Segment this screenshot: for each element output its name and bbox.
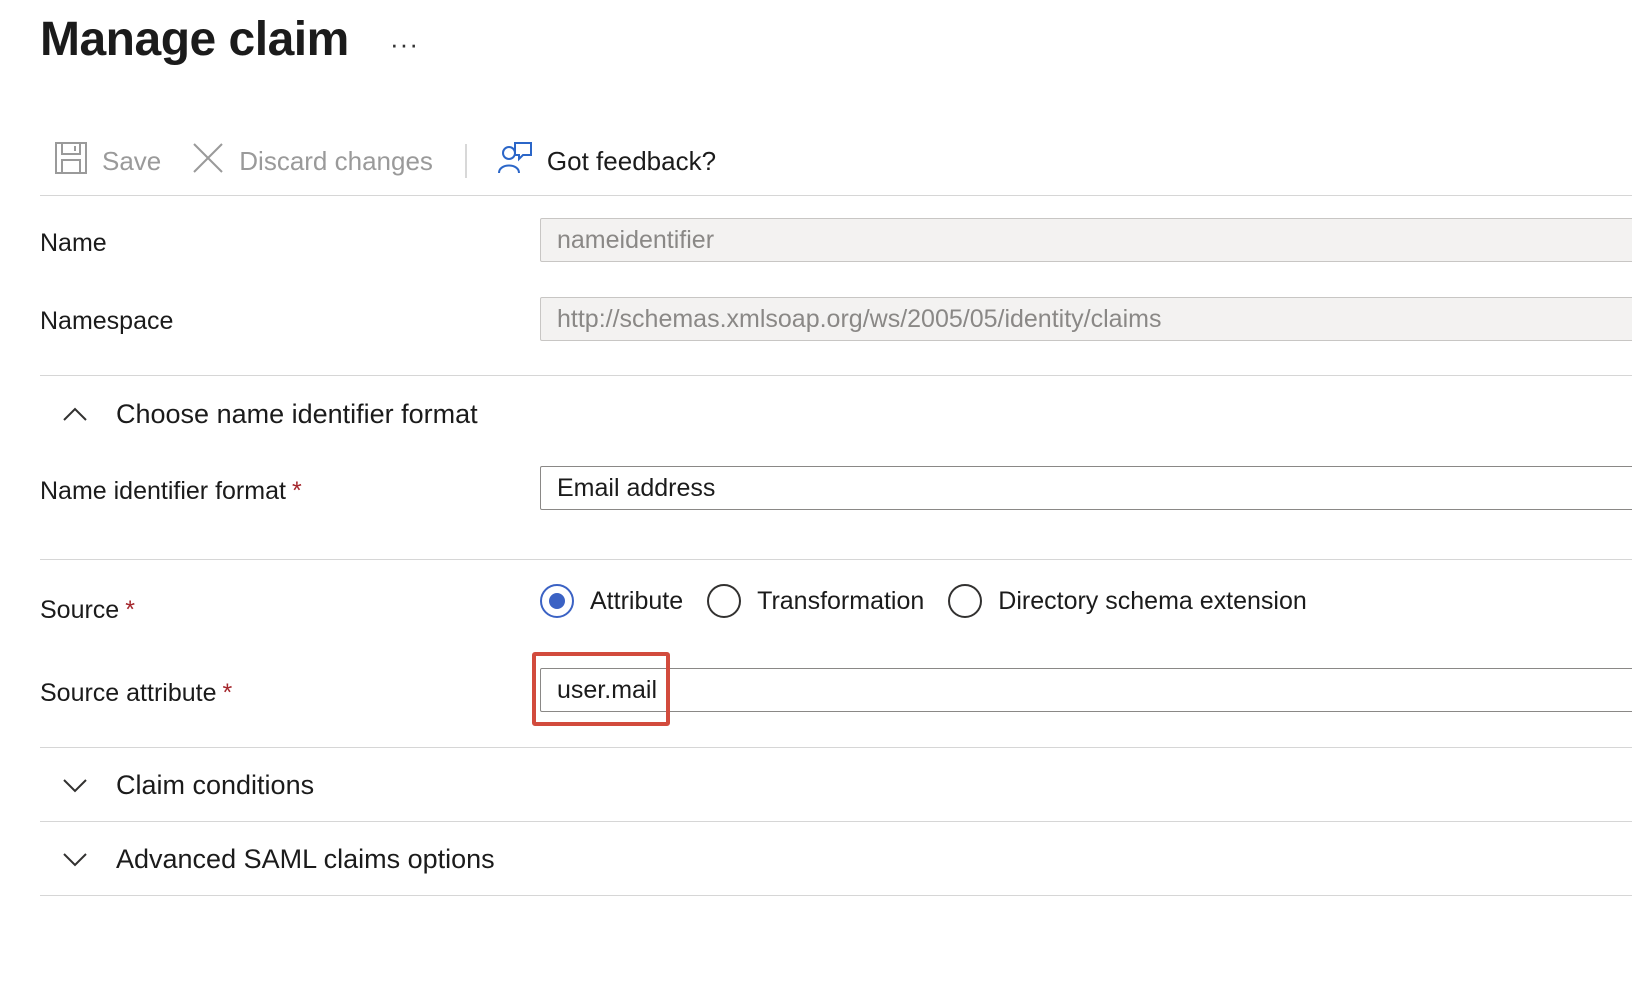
close-icon — [191, 141, 225, 182]
source-label: Source * — [40, 595, 135, 625]
name-identifier-section-toggle[interactable]: Choose name identifier format — [60, 394, 478, 434]
source-attribute-dropdown[interactable]: user.mail — [540, 668, 1632, 712]
section-divider — [40, 559, 1632, 560]
page-title: Manage claim — [40, 13, 349, 66]
section-heading: Advanced SAML claims options — [116, 844, 495, 874]
required-marker: * — [125, 596, 135, 624]
section-divider — [40, 821, 1632, 822]
toolbar-divider — [464, 144, 467, 178]
save-label: Save — [102, 145, 162, 176]
radio-label: Transformation — [757, 586, 925, 615]
section-divider — [40, 895, 1632, 896]
source-attribute-label: Source attribute * — [40, 678, 232, 708]
name-field[interactable]: nameidentifier — [540, 218, 1632, 262]
discard-changes-label: Discard changes — [239, 145, 433, 176]
source-radio-group: Attribute Transformation Directory schem… — [540, 584, 1331, 618]
radio-label: Directory schema extension — [998, 586, 1307, 615]
required-marker: * — [222, 679, 233, 707]
save-button[interactable]: Save — [54, 139, 161, 183]
feedback-label: Got feedback? — [546, 145, 717, 176]
label-text: Source — [40, 596, 120, 624]
radio-unchecked-icon — [948, 584, 983, 618]
discard-changes-button[interactable]: Discard changes — [191, 139, 433, 183]
label-text: Source attribute — [40, 679, 217, 707]
chevron-down-icon — [63, 779, 87, 793]
section-heading: Choose name identifier format — [116, 399, 478, 429]
name-identifier-format-dropdown[interactable]: Email address — [540, 466, 1632, 510]
radio-label: Attribute — [590, 586, 684, 615]
more-options-button[interactable]: ··· — [390, 24, 419, 64]
namespace-label: Namespace — [40, 307, 174, 335]
radio-transformation[interactable]: Transformation — [707, 584, 924, 618]
section-heading: Claim conditions — [116, 770, 315, 800]
advanced-saml-options-toggle[interactable]: Advanced SAML claims options — [60, 839, 495, 879]
feedback-icon — [497, 141, 533, 182]
name-identifier-format-label: Name identifier format * — [40, 476, 302, 506]
save-icon — [54, 141, 88, 182]
section-divider — [40, 747, 1632, 748]
required-marker: * — [291, 477, 302, 505]
radio-attribute[interactable]: Attribute — [540, 584, 683, 618]
chevron-up-icon — [63, 407, 87, 421]
name-label: Name — [40, 229, 107, 257]
claim-conditions-toggle[interactable]: Claim conditions — [60, 765, 314, 805]
chevron-down-icon — [63, 853, 87, 867]
radio-unchecked-icon — [707, 584, 742, 618]
toolbar-divider-line — [40, 195, 1632, 196]
radio-checked-icon — [540, 584, 574, 618]
section-divider — [40, 375, 1632, 376]
feedback-button[interactable]: Got feedback? — [497, 139, 716, 183]
radio-directory-schema-extension[interactable]: Directory schema extension — [948, 584, 1307, 618]
label-text: Name identifier format — [40, 477, 286, 505]
namespace-field[interactable]: http://schemas.xmlsoap.org/ws/2005/05/id… — [540, 297, 1632, 341]
command-bar: Save Discard changes Got feedback? — [40, 136, 1632, 186]
